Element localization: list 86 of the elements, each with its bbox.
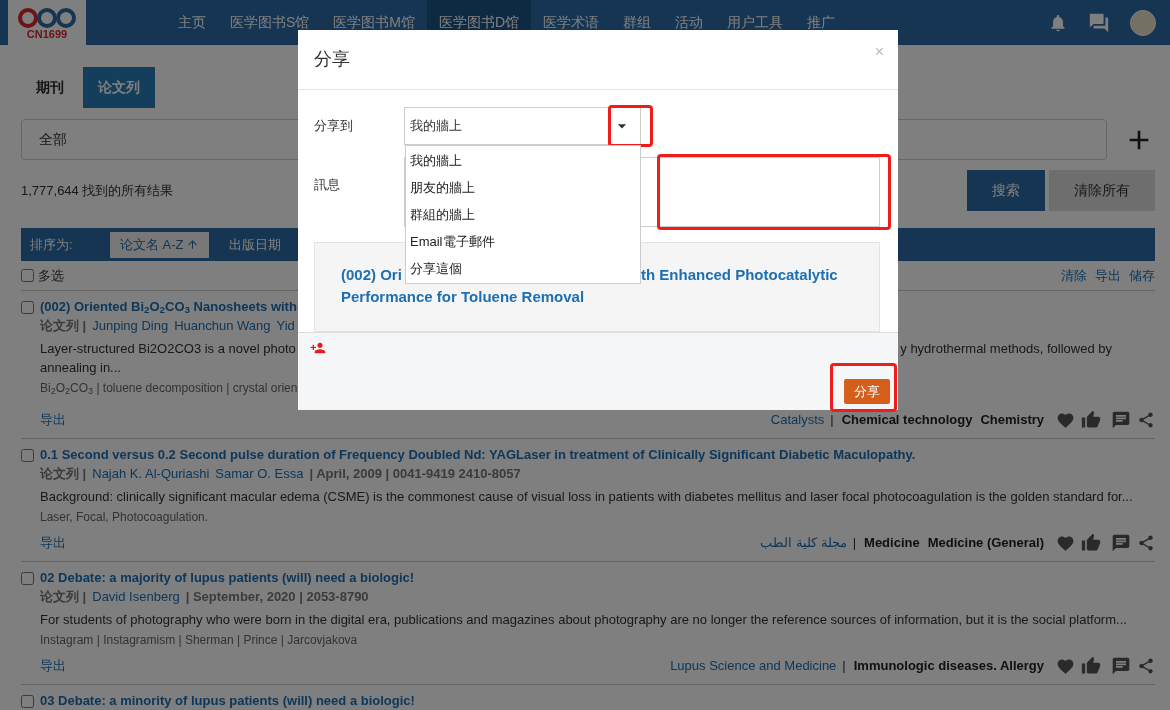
share-icon[interactable] <box>1137 657 1155 675</box>
tab[interactable]: 期刊 <box>21 67 79 108</box>
separator-text: | <box>852 534 857 553</box>
keyword-list: Bi$_{2}$O$_{2}$CO$_{3}$ | toluene decomposition | crystal orien <box>40 380 298 397</box>
thumbs-up-icon[interactable] <box>1081 410 1101 430</box>
heart-icon[interactable] <box>1056 410 1075 430</box>
subject-label: Chemistry <box>980 411 1044 430</box>
article-title[interactable]: 02 Debate: a majority of lupus patients (will) need a biologic! <box>40 569 1155 586</box>
highlight-frame <box>830 363 897 413</box>
article-type: 论文列 | <box>40 317 87 334</box>
article-type: 论文列 | <box>40 588 87 605</box>
heart-icon[interactable] <box>1056 533 1075 553</box>
article-title[interactable]: 03 Debate: a minority of lupus patients (will) need a biologic! <box>40 692 1155 709</box>
heart-icon[interactable] <box>1056 656 1075 676</box>
publication-info: | April, 2009 | 0041-9419 2410-8057 <box>309 465 521 482</box>
sort-ascending-icon <box>185 238 199 251</box>
subject-label: Chemical technology <box>841 411 973 430</box>
dropdown-option[interactable]: 我的牆上 <box>406 147 640 175</box>
site-logo[interactable]: CN1699 <box>8 0 86 45</box>
row-checkbox[interactable] <box>21 695 34 708</box>
export-link[interactable]: 导出 <box>40 656 66 676</box>
close-button[interactable]: × <box>874 40 884 64</box>
user-avatar[interactable] <box>1130 9 1156 36</box>
article-type: 论文列 | <box>40 465 87 482</box>
list-action-link[interactable]: 清除 <box>1061 265 1087 286</box>
comment-icon[interactable] <box>1111 656 1131 676</box>
sort-option[interactable]: 出版日期 <box>218 231 291 258</box>
author-link[interactable]: Najah K. Al-Quriashi <box>92 465 210 482</box>
notification-bell-icon[interactable] <box>1048 12 1068 33</box>
share-icon[interactable] <box>1137 411 1155 429</box>
messages-icon[interactable] <box>1088 11 1110 34</box>
row-checkbox[interactable] <box>21 449 34 462</box>
keyword-list: Laser, Focal, Photocoagulation. <box>40 509 209 526</box>
article-title[interactable]: 0.1 Second versus 0.2 Second pulse duration of Frequency Doubled Nd: YAGLaser in treatment of Clinically Significant Diabetic Maculopathy. <box>40 446 1155 463</box>
list-action-link[interactable]: 导出 <box>1095 265 1121 286</box>
dropdown-option[interactable]: 朋友的牆上 <box>406 174 640 202</box>
result-count: 1,777,644 找到的所有结果 <box>21 181 174 200</box>
author-link[interactable]: Yid <box>276 317 295 334</box>
separator-text: | <box>830 411 834 430</box>
logo-text: CN1699 <box>26 27 68 40</box>
share-icon[interactable] <box>1137 534 1155 552</box>
subject-label: Medicine <box>864 534 920 553</box>
export-link[interactable]: 导出 <box>40 410 66 430</box>
dropdown-option[interactable]: Email電子郵件 <box>406 228 640 256</box>
abstract-text: y hydrothermal methods, followed by <box>900 340 1112 357</box>
sort-label: 排序为: <box>30 235 74 254</box>
dialog-title: 分享 <box>314 48 350 72</box>
subject-label: Immunologic diseases. Allergy <box>853 657 1044 676</box>
separator-text: | <box>842 657 846 676</box>
comment-icon[interactable] <box>1111 410 1131 430</box>
multi-select-checkbox[interactable] <box>21 269 34 282</box>
nav-link[interactable]: 主页 <box>166 0 218 45</box>
logo-icon <box>16 5 78 28</box>
keyword-list: Instagram | Instagramism | Sherman | Prince | Jarcovjakova <box>40 632 358 649</box>
thumbs-up-icon[interactable] <box>1081 533 1101 553</box>
author-link[interactable]: Samar O. Essa <box>215 465 304 482</box>
comment-icon[interactable] <box>1111 533 1131 553</box>
abstract-text: annealing in... <box>40 359 121 376</box>
abstract-text: For students of photography who were born in the digital era, publications and magazines about photography are no longer the reference sources of information, but it is the social platform... <box>40 611 1127 628</box>
subject-label: Medicine (General) <box>927 534 1044 553</box>
row-checkbox[interactable] <box>21 572 34 585</box>
multi-select-label: 多选 <box>38 266 64 285</box>
clear-all-button[interactable]: 清除所有 <box>1049 170 1155 211</box>
author-link[interactable]: David Isenberg <box>92 588 180 605</box>
thumbs-up-icon[interactable] <box>1081 656 1101 676</box>
journal-link[interactable]: Lupus Science and Medicine <box>670 656 837 676</box>
share-to-label: 分享到 <box>314 117 354 136</box>
dropdown-option[interactable]: 群組的牆上 <box>406 201 640 229</box>
message-label: 訊息 <box>314 176 341 195</box>
author-link[interactable]: Huanchun Wang <box>174 317 271 334</box>
journal-link[interactable]: Catalysts <box>770 410 825 430</box>
abstract-text: Background: clinically significant macular edema (CSME) is the commonest cause of visual loss in patients with diabetes mellitus and laser focal photocoagulation is the golden standard for... <box>40 488 1133 505</box>
preview-title-text[interactable]: Performance for Toluene Removal <box>341 288 585 306</box>
list-action-link[interactable]: 储存 <box>1129 265 1155 286</box>
search-button[interactable]: 搜索 <box>967 170 1045 211</box>
publication-info: | September, 2020 | 2053-8790 <box>185 588 369 605</box>
tab[interactable]: 论文列 <box>83 67 155 108</box>
preview-title-text[interactable]: th Enhanced Photocatalytic <box>641 264 838 286</box>
dropdown-option[interactable]: 分享這個 <box>406 255 640 283</box>
journal-link[interactable]: مجلة كلية الطب <box>760 533 847 553</box>
row-checkbox[interactable] <box>21 301 34 314</box>
share-submit-button[interactable]: 分享 <box>844 379 890 405</box>
export-link[interactable]: 导出 <box>40 533 66 553</box>
author-link[interactable]: Junping Ding <box>92 317 169 334</box>
abstract-text: Layer-structured Bi2O2CO3 is a novel photo <box>40 340 296 357</box>
sort-option[interactable]: 论文名 A-Z <box>110 231 209 258</box>
